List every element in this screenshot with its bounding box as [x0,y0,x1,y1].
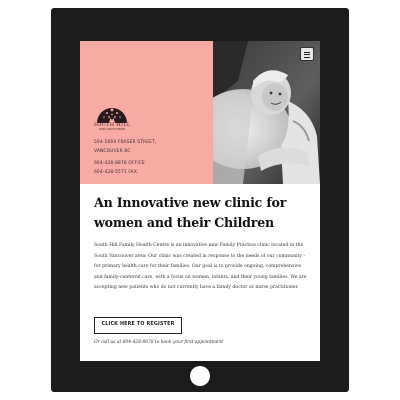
logo-subtitle-text: FAMILY HEALTH CENTRE [99,128,125,131]
main-content: An Innovative new clinic for women and t… [94,193,308,294]
address-line-2: VANCOUVER BC [94,149,131,154]
clinic-description: South Hill Family Health Centre is an in… [94,243,307,291]
hero-photo-mother-child [213,41,320,184]
address-line-1: 504-5669 FRASER STREET, [94,140,157,145]
page-headline: An Innovative new clinic for women and t… [94,195,287,230]
hero-section: SOUTH HILL FAMILY HEALTH CENTRE 504-5669… [80,41,320,184]
call-to-book-text: Or call us at 604-428-8878 to book your … [94,340,224,345]
hamburger-menu-icon[interactable] [300,47,314,61]
office-phone[interactable]: 604-428-8878 OFFICE [94,161,145,166]
website-screen: SOUTH HILL FAMILY HEALTH CENTRE 504-5669… [80,41,320,361]
fax-number: 604-428-5571 FAX [94,170,137,175]
tablet-home-button [190,366,210,386]
hero-info-panel: SOUTH HILL FAMILY HEALTH CENTRE 504-5669… [80,41,213,184]
register-button[interactable]: CLICK HERE TO REGISTER [94,317,182,334]
clinic-logo [97,108,127,123]
